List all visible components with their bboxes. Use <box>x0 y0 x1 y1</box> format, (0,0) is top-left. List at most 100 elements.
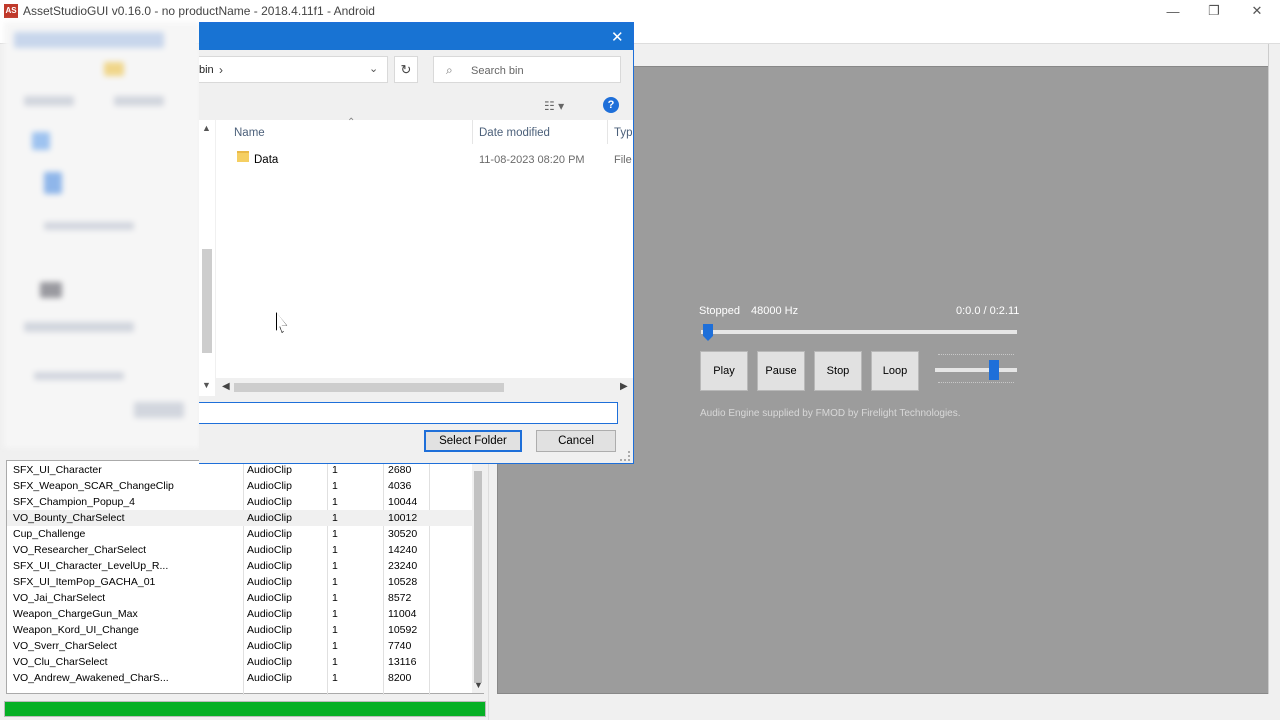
search-input[interactable]: ⌕ Search bin <box>433 56 621 83</box>
column-header-date[interactable]: Date modified <box>479 127 550 139</box>
scroll-down-icon[interactable]: ▼ <box>474 680 483 690</box>
asset-size: 10528 <box>388 576 418 588</box>
table-row[interactable]: SFX_UI_Character_LevelUp_R... AudioClip 1 2… <box>7 558 472 574</box>
asset-size: 10012 <box>388 512 418 524</box>
asset-list: SFX_UI_Character AudioClip 1 2680 SFX_Weapon… <box>6 460 484 695</box>
asset-type: AudioClip <box>247 592 292 604</box>
asset-count: 1 <box>332 480 338 492</box>
stop-button[interactable]: Stop <box>814 351 862 391</box>
table-row[interactable]: SFX_Weapon_SCAR_ChangeClip AudioClip 1 4036 <box>7 478 472 494</box>
minimize-button[interactable]: — <box>1150 0 1196 22</box>
close-button[interactable]: ✕ <box>1234 0 1280 22</box>
asset-type: AudioClip <box>247 464 292 476</box>
preview-scrollbar[interactable] <box>1268 44 1280 694</box>
asset-count: 1 <box>332 640 338 652</box>
table-row[interactable]: Weapon_ChargeGun_Max AudioClip 1 11004 <box>7 606 472 622</box>
asset-count: 1 <box>332 496 338 508</box>
asset-type: AudioClip <box>247 576 292 588</box>
asset-name: SFX_UI_ItemPop_GACHA_01 <box>13 576 156 588</box>
pause-button[interactable]: Pause <box>757 351 805 391</box>
volume-ticks-top <box>938 354 1014 358</box>
scroll-up-icon[interactable]: ▲ <box>202 123 211 133</box>
cancel-button[interactable]: Cancel <box>536 430 616 452</box>
sort-ascending-icon: ⌃ <box>347 117 356 128</box>
asset-name: VO_Sverr_CharSelect <box>13 640 117 652</box>
folder-name-field[interactable] <box>199 402 618 424</box>
asset-size: 10044 <box>388 496 418 508</box>
address-bar[interactable]: bin › ⌄ <box>199 56 388 83</box>
asset-count: 1 <box>332 608 338 620</box>
asset-type: AudioClip <box>247 496 292 508</box>
horizontal-scroll-thumb[interactable] <box>234 383 504 392</box>
asset-count: 1 <box>332 656 338 668</box>
view-options-icon[interactable]: ☷ ▾ <box>544 99 564 113</box>
folder-icon[interactable] <box>237 151 249 162</box>
asset-name: SFX_UI_Character <box>13 464 102 476</box>
search-icon: ⌕ <box>446 63 453 77</box>
asset-count: 1 <box>332 464 338 476</box>
table-row[interactable]: VO_Sverr_CharSelect AudioClip 1 7740 <box>7 638 472 654</box>
asset-size: 4036 <box>388 480 412 492</box>
maximize-button[interactable]: ❐ <box>1191 0 1237 22</box>
file-item-name[interactable]: Data <box>254 154 278 166</box>
table-row[interactable]: SFX_UI_Character AudioClip 1 2680 <box>7 462 472 478</box>
table-row[interactable]: Weapon_Kord_UI_Change AudioClip 1 10592 <box>7 622 472 638</box>
volume-ticks-bottom <box>938 382 1014 386</box>
blurred-navigation-pane <box>4 22 200 448</box>
asset-name: VO_Andrew_Awakened_CharS... <box>13 672 169 684</box>
asset-name: VO_Jai_CharSelect <box>13 592 106 604</box>
table-row[interactable]: Cup_Challenge AudioClip 1 30520 <box>7 526 472 542</box>
table-row[interactable]: SFX_UI_ItemPop_GACHA_01 AudioClip 1 10528 <box>7 574 472 590</box>
seek-bar[interactable] <box>701 330 1017 334</box>
help-icon[interactable]: ? <box>603 97 619 113</box>
asset-name: SFX_Champion_Popup_4 <box>13 496 136 508</box>
refresh-icon[interactable]: ↻ <box>394 56 418 83</box>
scroll-right-icon[interactable]: ▶ <box>620 381 628 392</box>
search-placeholder: Search bin <box>471 65 524 77</box>
asset-name: SFX_UI_Character_LevelUp_R... <box>13 560 169 572</box>
column-header-name[interactable]: Name <box>234 127 265 139</box>
asset-name: Weapon_ChargeGun_Max <box>13 608 138 620</box>
file-item-type: File <box>614 154 632 166</box>
dialog-close-icon[interactable]: ✕ <box>611 28 624 46</box>
select-folder-button[interactable]: Select Folder <box>424 430 522 452</box>
table-row[interactable]: VO_Andrew_Awakened_CharS... AudioClip 1 820… <box>7 670 472 686</box>
asset-name: Weapon_Kord_UI_Change <box>13 624 139 636</box>
address-path[interactable]: bin <box>199 64 214 76</box>
navigation-scroll-thumb[interactable] <box>202 249 212 353</box>
volume-thumb[interactable] <box>988 360 999 380</box>
table-row[interactable]: VO_Jai_CharSelect AudioClip 1 8572 <box>7 590 472 606</box>
asset-size: 7740 <box>388 640 412 652</box>
asset-size: 30520 <box>388 528 418 540</box>
volume-slider[interactable] <box>935 368 1017 372</box>
table-row[interactable]: VO_Clu_CharSelect AudioClip 1 13116 <box>7 654 472 670</box>
column-divider[interactable] <box>607 120 608 144</box>
window-title: AssetStudioGUI v0.16.0 - no productName … <box>23 4 375 18</box>
column-header-type[interactable]: Type <box>614 127 633 139</box>
file-item-date: 11-08-2023 08:20 PM <box>479 154 585 166</box>
play-button[interactable]: Play <box>700 351 748 391</box>
scroll-down-icon[interactable]: ▼ <box>202 380 211 390</box>
address-dropdown-icon[interactable]: ⌄ <box>369 62 378 75</box>
scroll-left-icon[interactable]: ◀ <box>222 381 230 392</box>
asset-type: AudioClip <box>247 624 292 636</box>
loop-button[interactable]: Loop <box>871 351 919 391</box>
column-divider[interactable] <box>472 120 473 144</box>
fmod-credit: Audio Engine supplied by FMOD by Firelig… <box>700 408 961 419</box>
asset-size: 13116 <box>388 656 417 668</box>
resize-grip[interactable] <box>620 451 630 461</box>
breadcrumb-chevron-icon[interactable]: › <box>219 63 223 77</box>
list-scroll-thumb[interactable] <box>474 471 482 683</box>
horizontal-scrollbar[interactable]: ◀ ▶ <box>216 378 633 396</box>
asset-count: 1 <box>332 576 338 588</box>
asset-count: 1 <box>332 624 338 636</box>
asset-size: 14240 <box>388 544 418 556</box>
table-row[interactable]: SFX_Champion_Popup_4 AudioClip 1 10044 <box>7 494 472 510</box>
asset-name: VO_Researcher_CharSelect <box>13 544 147 556</box>
asset-count: 1 <box>332 544 338 556</box>
dialog-title-bar: ✕ <box>199 23 633 50</box>
audio-time-label: 0:0.0 / 0:2.11 <box>956 305 1020 317</box>
asset-name: SFX_Weapon_SCAR_ChangeClip <box>13 480 174 492</box>
table-row[interactable]: VO_Bounty_CharSelect AudioClip 1 10012 <box>7 510 472 526</box>
table-row[interactable]: VO_Researcher_CharSelect AudioClip 1 14240 <box>7 542 472 558</box>
